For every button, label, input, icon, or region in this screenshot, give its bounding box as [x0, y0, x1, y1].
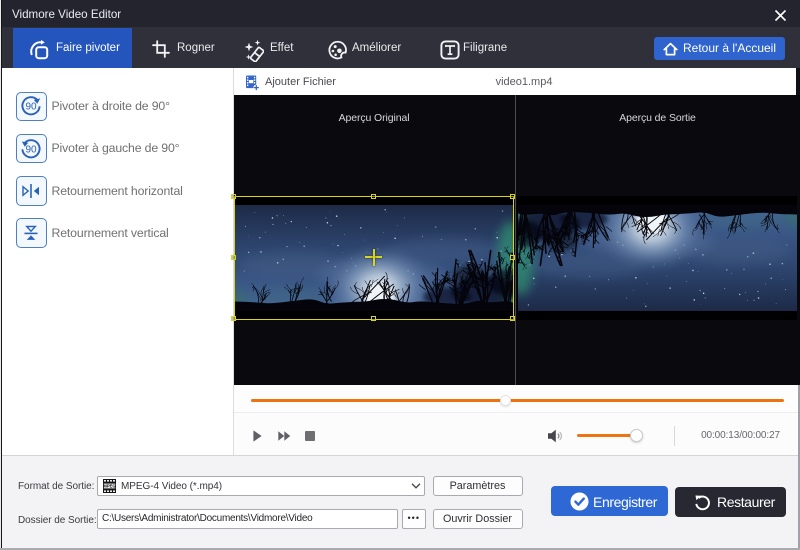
- svg-text:90: 90: [25, 102, 37, 113]
- svg-text:90: 90: [25, 144, 37, 155]
- svg-text:MPEG: MPEG: [103, 483, 115, 488]
